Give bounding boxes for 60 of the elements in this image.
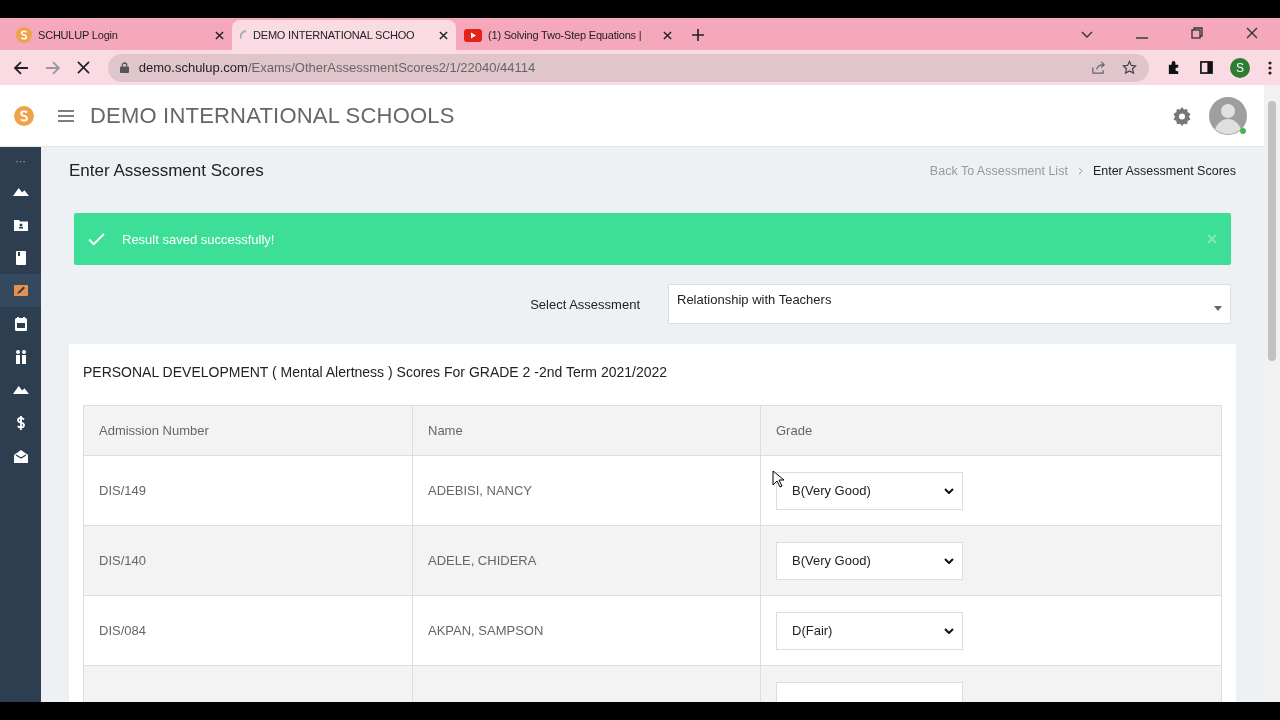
close-icon[interactable]	[663, 30, 672, 40]
scrollbar[interactable]	[1264, 85, 1280, 702]
column-header: Admission Number	[84, 406, 413, 455]
user-avatar-icon[interactable]	[1208, 95, 1248, 136]
chevron-right-icon	[1077, 167, 1083, 175]
stop-icon[interactable]	[76, 61, 90, 74]
share-icon[interactable]	[1091, 60, 1107, 75]
card-title: PERSONAL DEVELOPMENT ( Mental Alertness ) Scores For GRADE 2 -2nd Term 2021/2022	[83, 364, 669, 380]
restore-icon[interactable]	[1191, 27, 1203, 39]
star-icon[interactable]	[1122, 60, 1138, 75]
side-panel-icon[interactable]	[1200, 61, 1214, 74]
table-cell: DIS/149	[84, 456, 413, 525]
table-cell: AKPAN, SAMPSON	[413, 596, 761, 665]
calendar-icon	[12, 315, 29, 332]
envelope-icon	[12, 447, 29, 464]
chevron-down-icon	[944, 487, 954, 494]
table-cell: DIS/140	[84, 526, 413, 595]
chevron-down-icon	[944, 627, 954, 634]
new-tab-icon[interactable]	[692, 29, 704, 41]
menu-icon[interactable]	[58, 109, 74, 122]
assessment-select[interactable]: Relationship with Teachers	[668, 284, 1231, 324]
lock-icon	[119, 62, 129, 73]
profile-avatar[interactable]: S	[1230, 57, 1250, 78]
column-header: Name	[413, 406, 761, 455]
browser-tab[interactable]: DEMO INTERNATIONAL SCHOO	[232, 20, 456, 50]
more-menu-icon[interactable]	[1268, 60, 1272, 75]
table-cell: ADELE, CHIDERA	[413, 526, 761, 595]
table-cell: ADEBISI, NANCY	[413, 456, 761, 525]
column-header: Grade	[775, 422, 814, 440]
sidebar-toggle[interactable]: ···	[0, 153, 41, 175]
page-title: Enter Assessment Scores	[69, 161, 264, 181]
field-label: Select Assessment	[530, 296, 640, 312]
grade-select[interactable]: B(Very Good)	[776, 541, 963, 580]
table-cell: DIS/084	[84, 596, 413, 665]
site-logo-icon	[16, 27, 32, 43]
close-icon[interactable]	[439, 30, 448, 40]
dropdown-caret-icon	[1214, 305, 1222, 311]
mountain-icon	[12, 385, 29, 394]
close-icon[interactable]	[1246, 27, 1258, 39]
loading-spinner-icon	[240, 30, 247, 40]
back-arrow-icon[interactable]	[13, 59, 29, 76]
school-logo-icon	[14, 105, 34, 126]
pencil-board-icon	[12, 282, 29, 299]
mouse-pointer-icon	[772, 470, 784, 488]
alert-message: Result saved successfully!	[122, 231, 275, 247]
settings-icon[interactable]	[1172, 105, 1192, 126]
breadcrumb-current: Enter Assessment Scores	[1092, 164, 1236, 178]
video-play-icon	[464, 28, 482, 42]
close-icon[interactable]	[215, 30, 224, 40]
browser-tab[interactable]: (1) Solving Two-Step Equations |	[456, 20, 680, 50]
mountain-icon	[12, 187, 29, 196]
grade-select[interactable]: D(Fair)	[776, 611, 963, 650]
school-name: DEMO INTERNATIONAL SCHOOLS	[90, 102, 455, 129]
browser-tab[interactable]: SCHULUP Login	[8, 20, 232, 50]
check-icon	[88, 232, 105, 246]
address-field[interactable]: demo.schulup.com/Exams/OtherAssessmentScores2/1/22040/44114	[107, 53, 1150, 82]
chevron-down-icon	[944, 557, 954, 564]
tab-search-icon[interactable]	[1081, 31, 1093, 39]
grade-select[interactable]: B(Very Good)	[776, 471, 963, 510]
url-text: demo.schulup.com/Exams/OtherAssessmentScores2/1/22040/44114	[138, 60, 536, 75]
